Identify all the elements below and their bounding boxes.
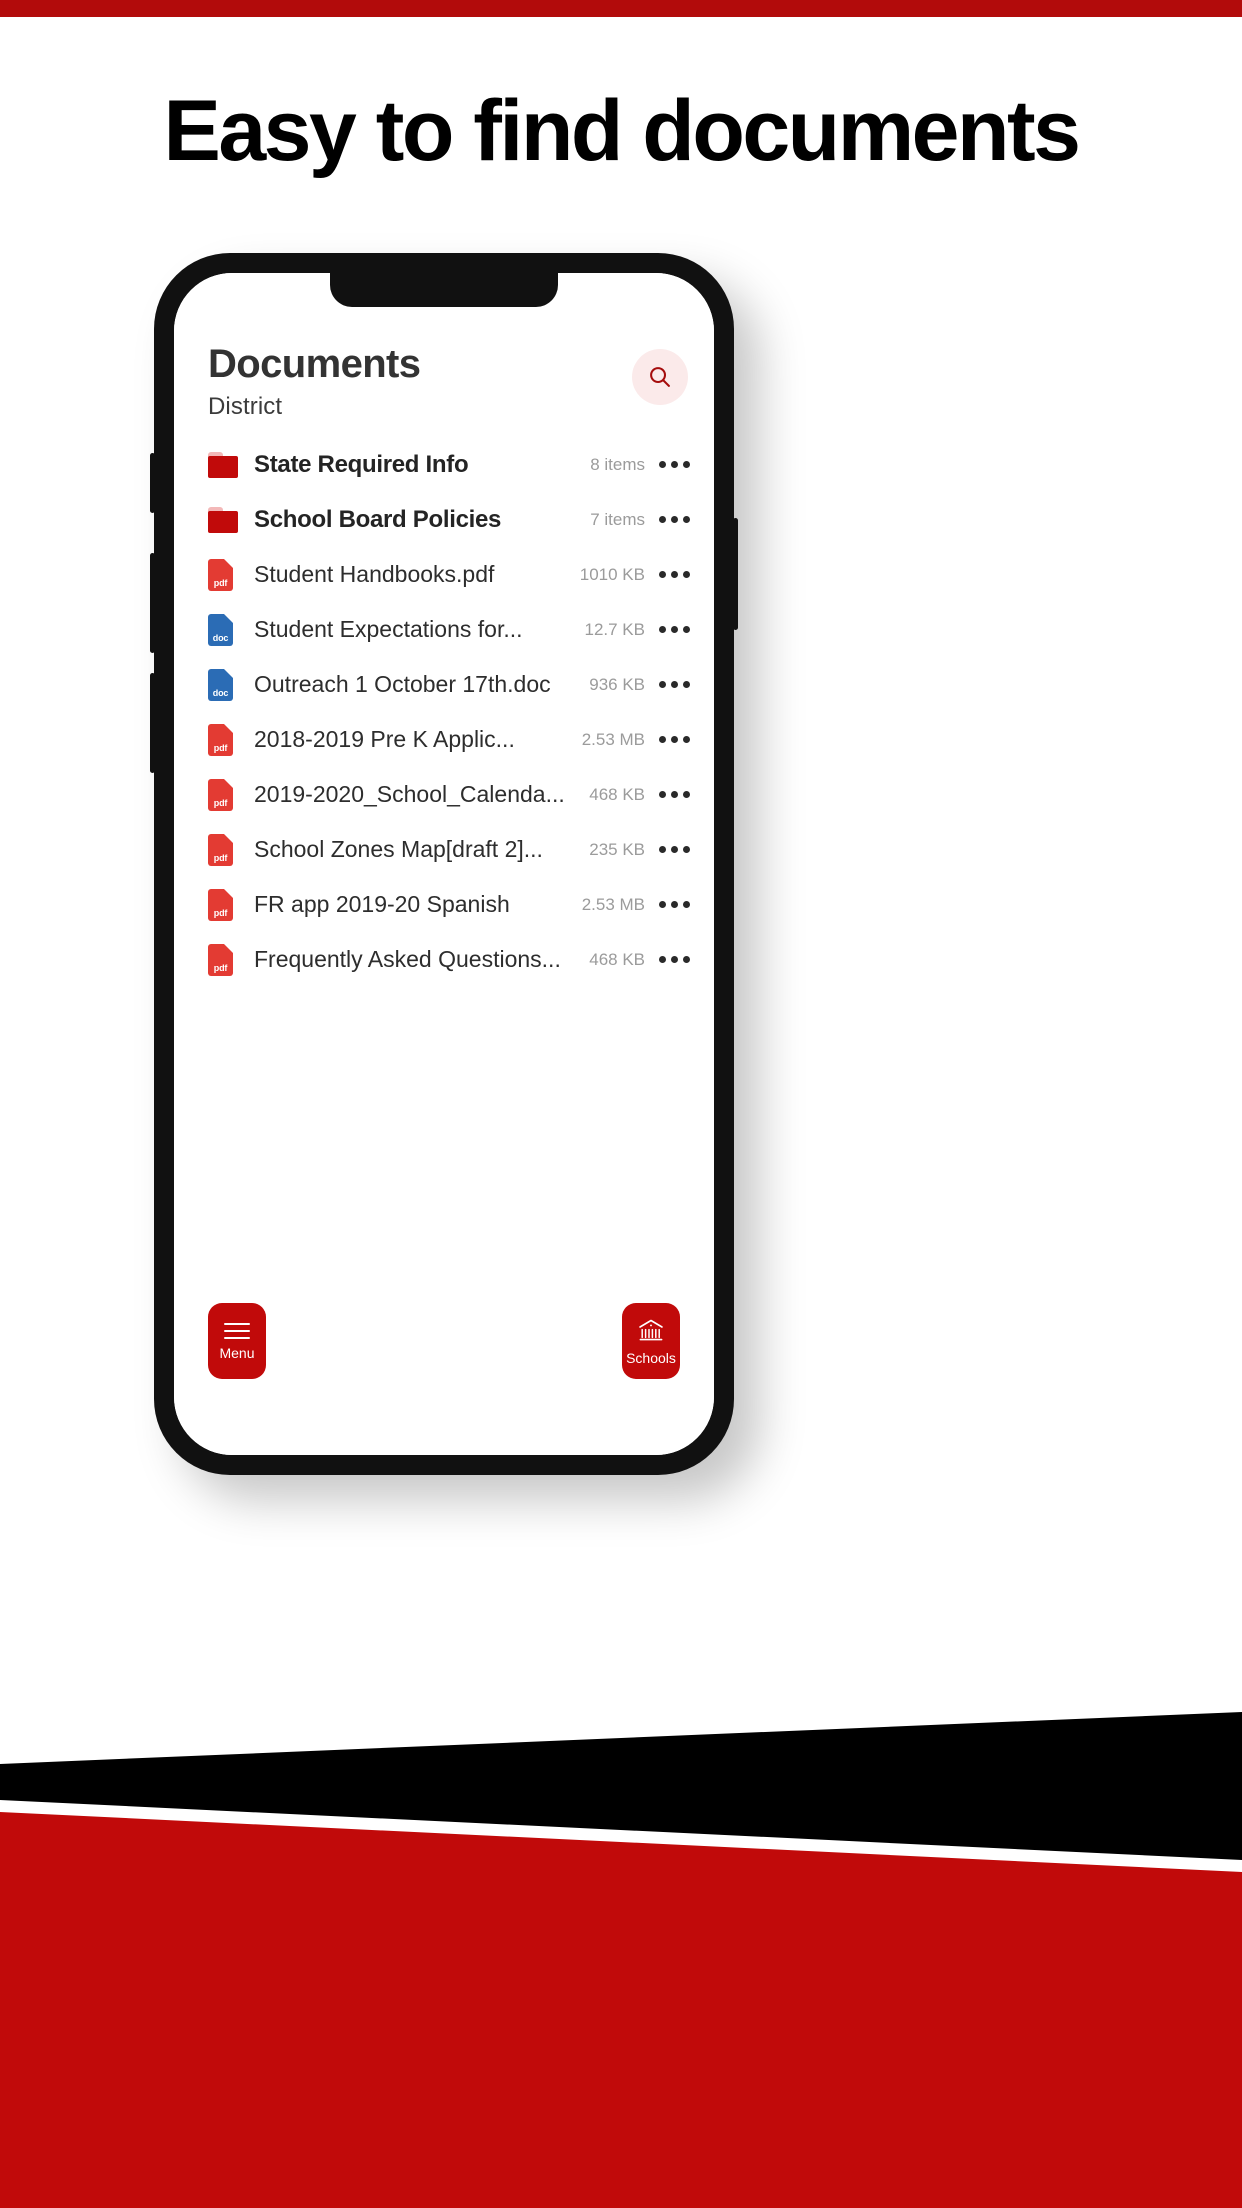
red-band <box>0 1812 1242 2208</box>
phone-screen: Documents District State Required Info 8 … <box>174 273 714 1455</box>
file-type-label: pdf <box>213 852 228 863</box>
phone-volume-down-button <box>150 673 155 773</box>
file-icon-wrap: pdf <box>208 833 242 866</box>
hamburger-icon <box>224 1322 250 1339</box>
file-meta: 2.53 MB <box>581 894 645 914</box>
file-row[interactable]: pdf 2018-2019 Pre K Applic... 2.53 MB <box>208 712 692 767</box>
schools-button[interactable]: Schools <box>622 1303 680 1379</box>
file-meta: 468 KB <box>589 784 645 804</box>
more-options-icon[interactable] <box>659 626 692 633</box>
file-row[interactable]: pdf FR app 2019-20 Spanish 2.53 MB <box>208 877 692 932</box>
file-meta: 235 KB <box>589 839 645 859</box>
phone-mockup: Documents District State Required Info 8 … <box>150 253 738 1475</box>
file-name: 2019-2020_School_Calenda... <box>254 781 565 808</box>
top-accent-bar <box>0 0 1242 17</box>
file-name: 2018-2019 Pre K Applic... <box>254 726 515 753</box>
file-icon-wrap: pdf <box>208 943 242 976</box>
file-type-label: pdf <box>213 797 228 808</box>
file-meta: 936 KB <box>589 674 645 694</box>
file-type-label: pdf <box>213 962 228 973</box>
file-type-label: doc <box>212 632 229 643</box>
phone-volume-up-button <box>150 553 155 653</box>
file-meta: 7 items <box>590 509 645 529</box>
black-wedge <box>0 1712 1242 1860</box>
file-meta: 8 items <box>590 454 645 474</box>
more-options-icon[interactable] <box>659 461 692 468</box>
file-list: State Required Info 8 items School Board P… <box>196 437 692 987</box>
more-options-icon[interactable] <box>659 681 692 688</box>
folder-icon <box>208 506 238 533</box>
pdf-file-icon: pdf <box>208 888 233 921</box>
pdf-file-icon: pdf <box>208 778 233 811</box>
file-icon-wrap: pdf <box>208 888 242 921</box>
file-name: Student Handbooks.pdf <box>254 561 495 588</box>
file-row[interactable]: School Board Policies 7 items <box>208 492 692 547</box>
menu-button[interactable]: Menu <box>208 1303 266 1379</box>
file-row[interactable]: State Required Info 8 items <box>208 437 692 492</box>
schools-button-label: Schools <box>626 1349 676 1366</box>
doc-file-icon: doc <box>208 613 233 646</box>
screenshot-root: Easy to find documents Documents Distric… <box>0 0 1242 2208</box>
file-icon-wrap: pdf <box>208 723 242 756</box>
file-type-label: pdf <box>213 907 228 918</box>
school-building-icon <box>639 1319 663 1340</box>
file-meta: 2.53 MB <box>581 729 645 749</box>
file-row[interactable]: pdf Frequently Asked Questions... 468 KB <box>208 932 692 987</box>
file-icon-wrap: pdf <box>208 558 242 591</box>
file-type-label: doc <box>212 687 229 698</box>
more-options-icon[interactable] <box>659 791 692 798</box>
documents-app: Documents District State Required Info 8 … <box>174 273 714 1455</box>
bottom-nav: Menu Schools <box>174 1303 714 1379</box>
search-button[interactable] <box>632 349 688 405</box>
file-row[interactable]: doc Student Expectations for... 12.7 KB <box>208 602 692 657</box>
title-block: Documents District <box>196 342 421 421</box>
more-options-icon[interactable] <box>659 901 692 908</box>
more-options-icon[interactable] <box>659 956 692 963</box>
menu-button-label: Menu <box>219 1344 255 1361</box>
page-title: Easy to find documents <box>163 83 1081 179</box>
file-name: FR app 2019-20 Spanish <box>254 891 510 918</box>
file-name: School Zones Map[draft 2]... <box>254 836 543 863</box>
file-icon-wrap <box>208 506 242 533</box>
more-options-icon[interactable] <box>659 571 692 578</box>
file-row[interactable]: pdf School Zones Map[draft 2]... 235 KB <box>208 822 692 877</box>
doc-file-icon: doc <box>208 668 233 701</box>
file-name: School Board Policies <box>254 505 502 533</box>
file-meta: 12.7 KB <box>584 619 646 639</box>
pdf-file-icon: pdf <box>208 723 233 756</box>
file-name: Outreach 1 October 17th.doc <box>254 671 551 698</box>
file-icon-wrap: doc <box>208 613 242 646</box>
folder-icon <box>208 451 238 478</box>
file-type-label: pdf <box>213 742 228 753</box>
app-subtitle: District <box>208 393 283 420</box>
phone-notch <box>330 273 558 307</box>
file-name: State Required Info <box>254 450 469 478</box>
more-options-icon[interactable] <box>659 736 692 743</box>
file-icon-wrap <box>208 451 242 478</box>
file-icon-wrap: pdf <box>208 778 242 811</box>
pdf-file-icon: pdf <box>208 833 233 866</box>
more-options-icon[interactable] <box>659 846 692 853</box>
file-meta: 468 KB <box>589 949 645 969</box>
more-options-icon[interactable] <box>659 516 692 523</box>
pdf-file-icon: pdf <box>208 943 233 976</box>
search-icon <box>650 367 670 387</box>
file-row[interactable]: doc Outreach 1 October 17th.doc 936 KB <box>208 657 692 712</box>
file-row[interactable]: pdf Student Handbooks.pdf 1010 KB <box>208 547 692 602</box>
file-name: Student Expectations for... <box>254 616 523 643</box>
file-type-label: pdf <box>213 577 228 588</box>
phone-power-button <box>733 518 738 630</box>
phone-mute-switch <box>150 453 155 513</box>
app-title: Documents <box>208 342 421 386</box>
file-meta: 1010 KB <box>579 564 645 584</box>
file-name: Frequently Asked Questions... <box>254 946 561 973</box>
file-row[interactable]: pdf 2019-2020_School_Calenda... 468 KB <box>208 767 692 822</box>
pdf-file-icon: pdf <box>208 558 233 591</box>
file-icon-wrap: doc <box>208 668 242 701</box>
